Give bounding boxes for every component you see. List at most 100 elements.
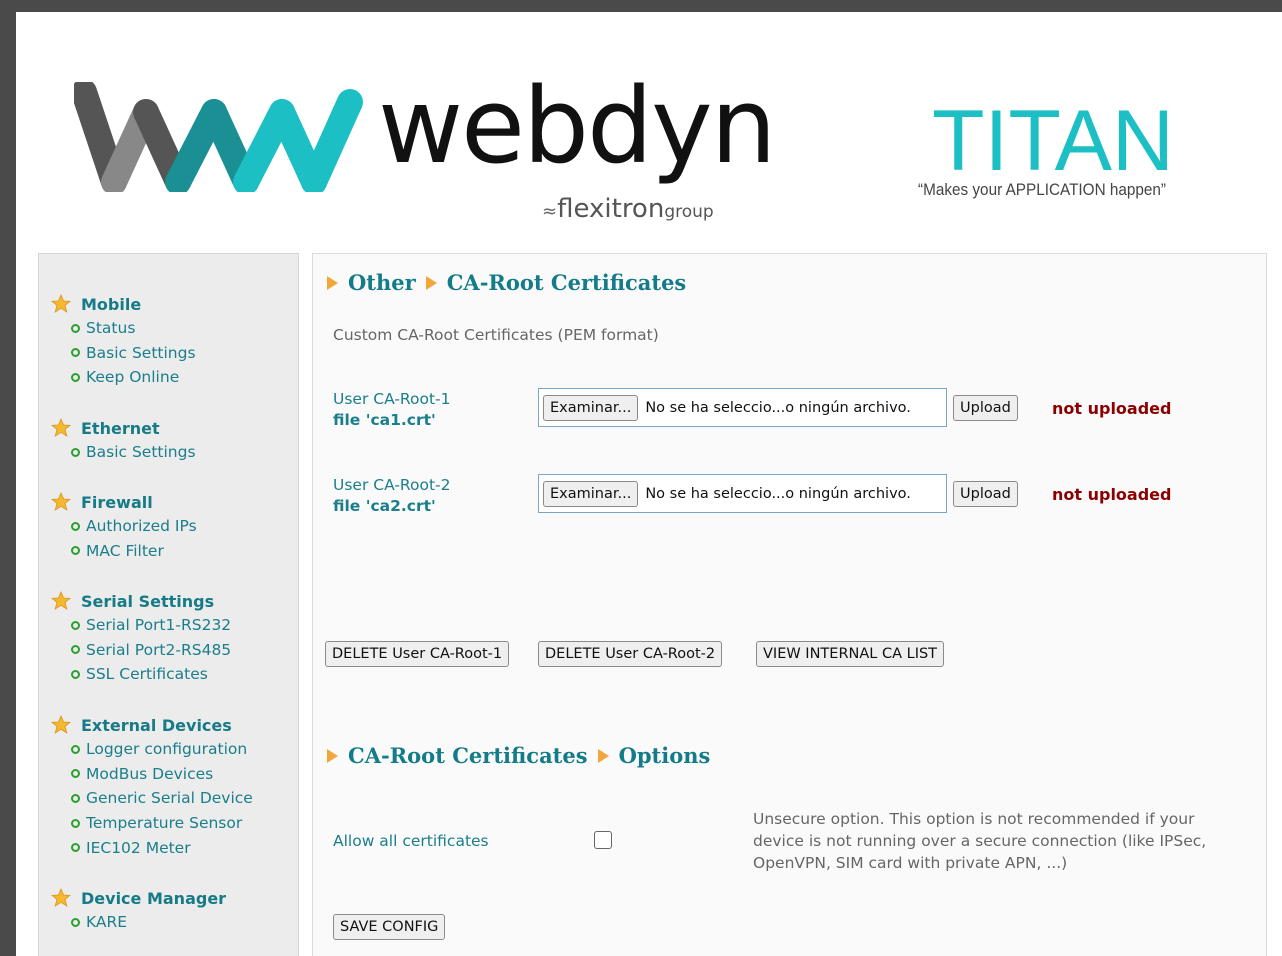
cert2-status: not uploaded — [1052, 485, 1172, 504]
bullet-icon — [71, 620, 80, 630]
delete-cert1-button[interactable]: DELETE User CA-Root-1 — [325, 641, 510, 667]
sidebar-section: External Devices Logger configuration ModB… — [51, 713, 253, 860]
bullet-icon — [71, 744, 80, 754]
bullet-icon — [71, 447, 80, 457]
delete-cert2-button[interactable]: DELETE User CA-Root-2 — [538, 641, 723, 667]
sidebar-section-header[interactable]: Ethernet — [51, 416, 196, 440]
sidebar-item-label: SSL Certificates — [86, 665, 208, 684]
star-icon — [51, 715, 71, 734]
sidebar-section: Ethernet Basic Settings — [51, 416, 196, 465]
sidebar-item-label: Serial Port2-RS485 — [86, 640, 232, 659]
cert2-file-name: No se ha seleccio...o ningún archivo. — [645, 485, 911, 502]
breadcrumb-ca-root: CA-Root Certificates — [446, 270, 687, 295]
sidebar-item-label: Serial Port1-RS232 — [86, 616, 232, 635]
sidebar-item[interactable]: Basic Settings — [51, 440, 196, 465]
cert2-label: User CA-Root-2 file 'ca2.crt' — [333, 475, 451, 517]
cert2-upload-button[interactable]: Upload — [953, 481, 1018, 507]
arrow-right-icon — [597, 748, 609, 763]
sidebar-item[interactable]: MAC Filter — [51, 539, 197, 564]
cert2-browse-button[interactable]: Examinar... — [543, 480, 639, 507]
sidebar-item[interactable]: Serial Port2-RS485 — [51, 638, 231, 663]
sidebar-section: Firewall Authorized IPs MAC Filter — [51, 490, 197, 563]
view-internal-ca-list-button[interactable]: VIEW INTERNAL CA LIST — [756, 641, 945, 667]
breadcrumb-other[interactable]: Other — [348, 270, 416, 295]
sidebar-item[interactable]: Logger configuration — [51, 737, 253, 762]
bullet-icon — [71, 645, 80, 655]
sidebar-item-label: Generic Serial Device — [86, 789, 253, 808]
sidebar-section-title: Ethernet — [81, 418, 160, 438]
sidebar-item[interactable]: Temperature Sensor — [51, 811, 253, 836]
sidebar-item[interactable]: Authorized IPs — [51, 514, 197, 539]
sidebar-item-label: Keep Online — [86, 368, 180, 387]
sidebar-item-label: IEC102 Meter — [86, 838, 191, 857]
sidebar-section-title: Firewall — [81, 492, 153, 512]
sidebar-section-header[interactable]: External Devices — [51, 713, 253, 737]
sidebar-item[interactable]: Basic Settings — [51, 341, 196, 366]
sidebar-section-title: Mobile — [81, 294, 142, 314]
allow-all-checkbox[interactable] — [594, 831, 612, 849]
sidebar-item[interactable]: IEC102 Meter — [51, 835, 253, 860]
sidebar-item-label: Authorized IPs — [86, 517, 197, 536]
star-icon — [51, 294, 71, 313]
webdyn-logo-icon — [74, 82, 363, 192]
cert1-file-input[interactable]: Examinar... No se ha seleccio...o ningún… — [538, 388, 947, 427]
sidebar-item[interactable]: KARE — [51, 910, 226, 935]
allow-all-label: Allow all certificates — [333, 832, 489, 850]
bullet-icon — [71, 372, 80, 382]
cert1-file-name: No se ha seleccio...o ningún archivo. — [645, 399, 911, 416]
cert2-file: file 'ca2.crt' — [333, 497, 436, 515]
bullet-icon — [71, 546, 80, 556]
sidebar-item[interactable]: ModBus Devices — [51, 762, 253, 787]
cert1-browse-button[interactable]: Examinar... — [543, 394, 639, 421]
sidebar-section-title: Serial Settings — [81, 591, 215, 611]
sidebar-item-label: Basic Settings — [86, 443, 196, 462]
cert1-title: User CA-Root-1 — [333, 390, 451, 408]
star-icon — [51, 492, 71, 511]
sidebar-item[interactable]: Status — [51, 316, 196, 341]
unsecure-note: Unsecure option. This option is not reco… — [753, 810, 1207, 872]
logo-group-word: flexitron — [557, 194, 665, 224]
sidebar-item-label: Status — [86, 319, 136, 338]
intro-text: Custom CA-Root Certificates (PEM format) — [333, 326, 659, 344]
star-icon — [51, 888, 71, 907]
breadcrumb-ca-root-2[interactable]: CA-Root Certificates — [348, 743, 588, 768]
section-title-certificates: Other CA-Root Certificates — [327, 270, 686, 295]
star-icon — [51, 418, 71, 437]
bullet-icon — [71, 843, 80, 853]
section-title-options: CA-Root Certificates Options — [327, 743, 710, 768]
sidebar-item-label: KARE — [86, 913, 128, 932]
sidebar-section-header[interactable]: Firewall — [51, 490, 197, 514]
sidebar-item[interactable]: Serial Port1-RS232 — [51, 613, 231, 638]
cert1-file: file 'ca1.crt' — [333, 411, 436, 429]
bullet-icon — [71, 818, 80, 828]
sidebar-section-header[interactable]: Serial Settings — [51, 589, 231, 613]
sidebar-section: Mobile Status Basic Settings Keep Online — [51, 292, 196, 390]
bullet-icon — [71, 348, 80, 358]
sidebar-section: Serial Settings Serial Port1-RS232 Serial … — [51, 589, 231, 687]
sidebar-section-header[interactable]: Mobile — [51, 292, 196, 316]
cert1-upload-button[interactable]: Upload — [953, 395, 1018, 421]
sidebar-section-title: External Devices — [81, 715, 232, 735]
sidebar-item-label: ModBus Devices — [86, 764, 214, 783]
product-tagline: “Makes your APPLICATION happen” — [918, 180, 1167, 199]
sidebar-item-label: Basic Settings — [86, 343, 196, 362]
bullet-icon — [71, 793, 80, 803]
sidebar-item[interactable]: Keep Online — [51, 365, 196, 390]
main-panel: Other CA-Root Certificates Custom CA-Roo… — [312, 253, 1267, 956]
bullet-icon — [71, 669, 80, 679]
breadcrumb-options: Options — [618, 743, 711, 768]
cert2-file-input[interactable]: Examinar... No se ha seleccio...o ningún… — [538, 474, 947, 513]
arrow-right-icon — [327, 748, 338, 763]
logo-group-name: ≈flexitrongroup — [542, 196, 714, 222]
product-name: TITAN — [932, 93, 1175, 189]
save-config-button[interactable]: SAVE CONFIG — [333, 914, 446, 940]
sidebar-section-header[interactable]: Device Manager — [51, 886, 226, 910]
page-frame: webdyn ≈flexitrongroup TITAN “Makes your… — [10, 12, 1282, 956]
sidebar-item[interactable]: Generic Serial Device — [51, 786, 253, 811]
sidebar-section: Device Manager KARE — [51, 886, 226, 935]
bullet-icon — [71, 917, 80, 927]
flexitron-glyph-icon: ≈ — [542, 201, 558, 222]
sidebar-item[interactable]: SSL Certificates — [51, 662, 231, 687]
sidebar: Mobile Status Basic Settings Keep Online Eth… — [38, 253, 299, 956]
arrow-right-icon — [425, 275, 437, 290]
